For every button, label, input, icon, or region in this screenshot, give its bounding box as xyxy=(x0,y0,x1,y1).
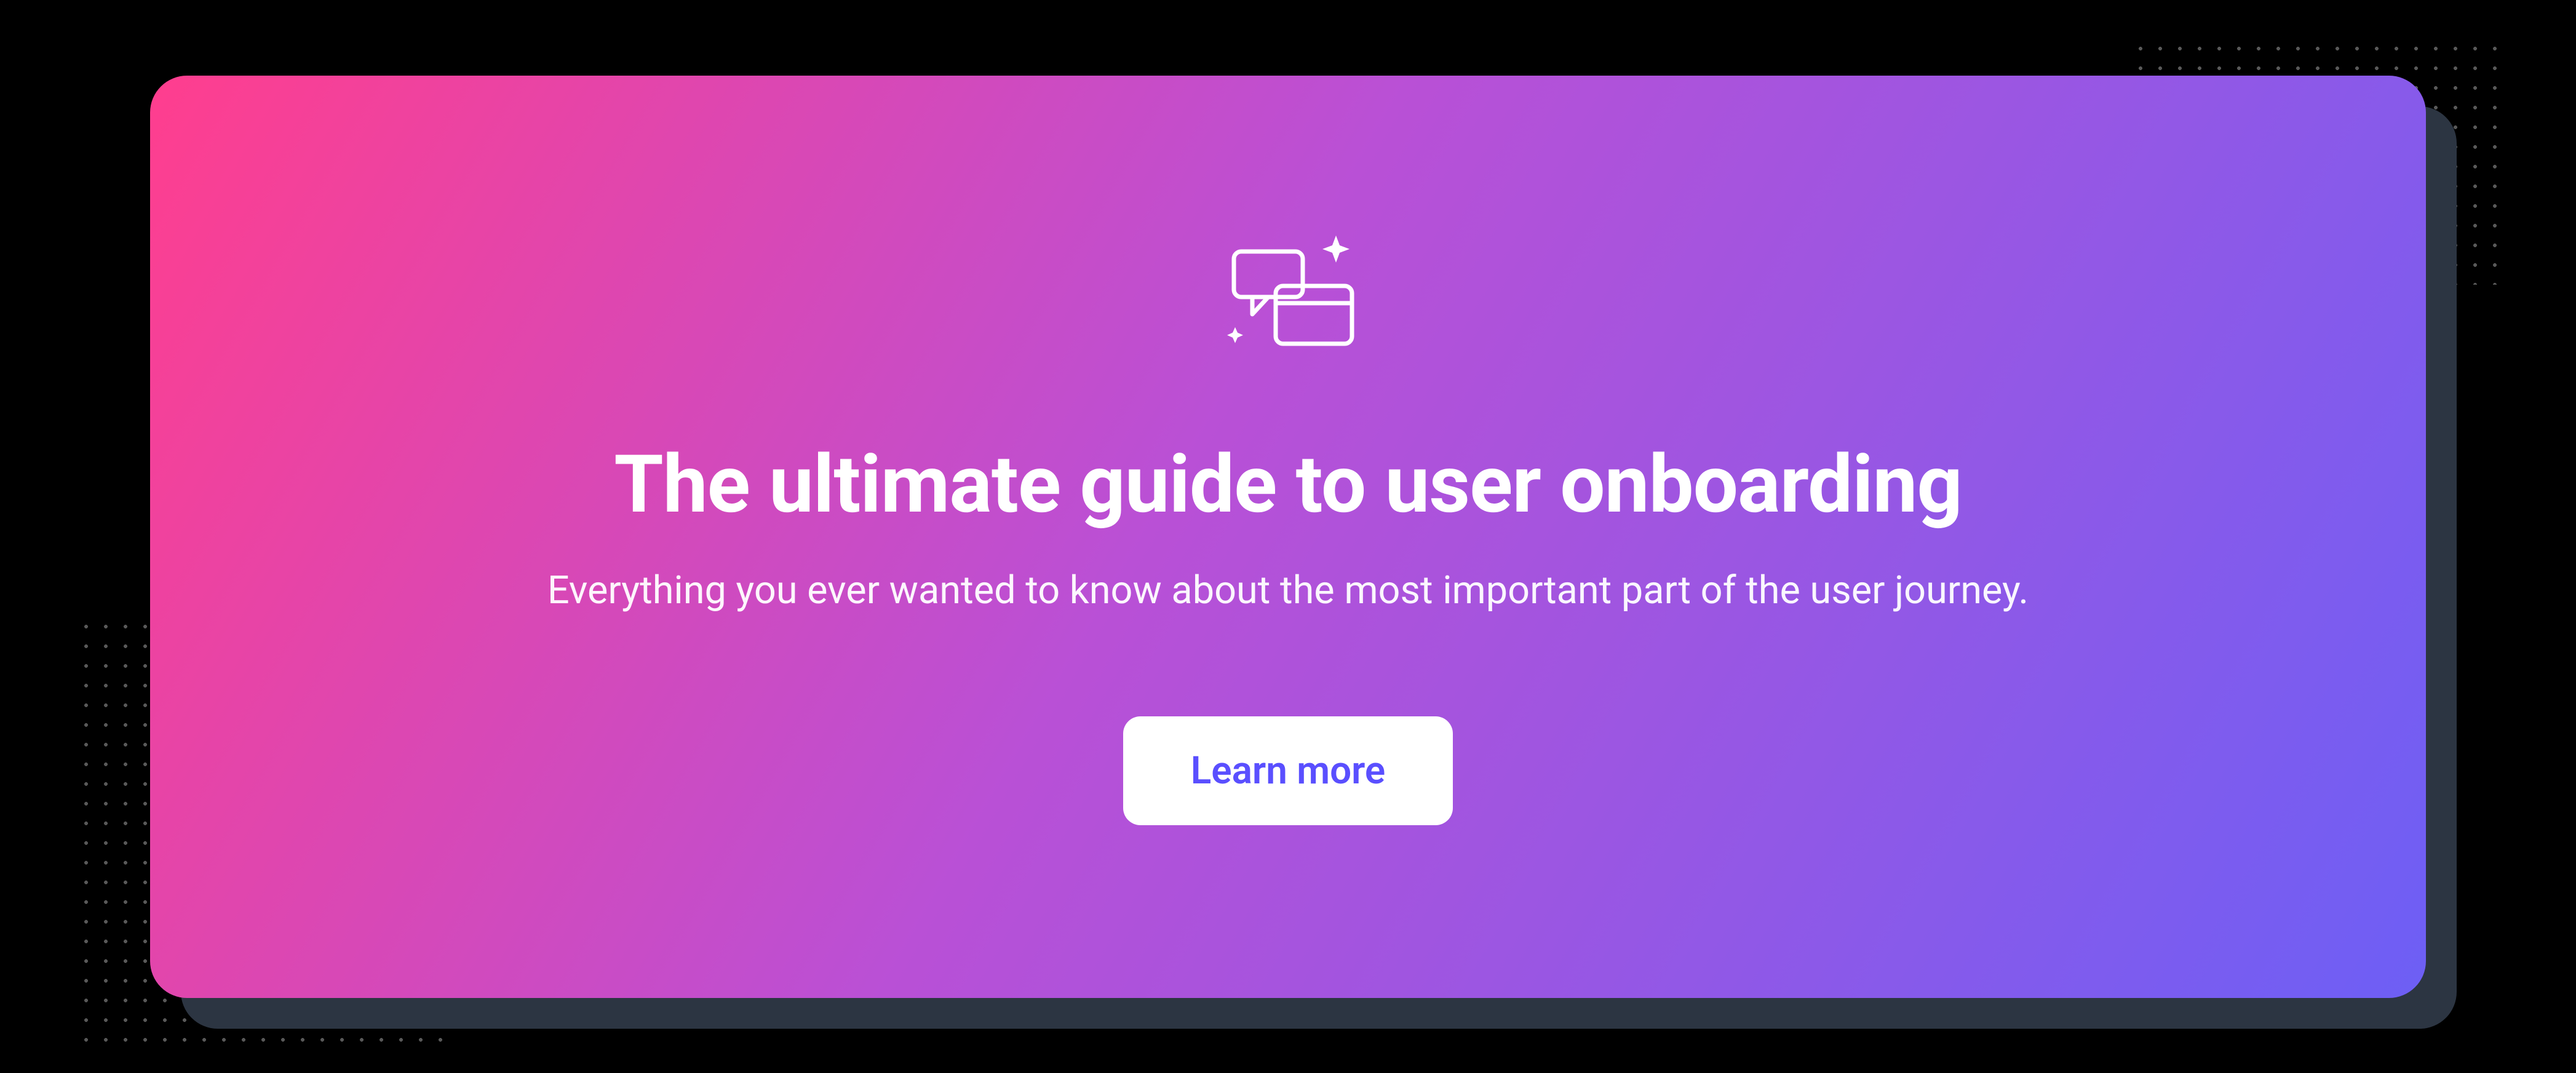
hero-subtitle: Everything you ever wanted to know about… xyxy=(547,564,2029,618)
hero-banner-wrapper: The ultimate guide to user onboarding Ev… xyxy=(150,76,2426,998)
learn-more-button[interactable]: Learn more xyxy=(1123,716,1453,825)
onboarding-chat-sparkle-icon xyxy=(1208,236,1368,371)
hero-title: The ultimate guide to user onboarding xyxy=(614,438,1962,531)
hero-card: The ultimate guide to user onboarding Ev… xyxy=(150,76,2426,998)
